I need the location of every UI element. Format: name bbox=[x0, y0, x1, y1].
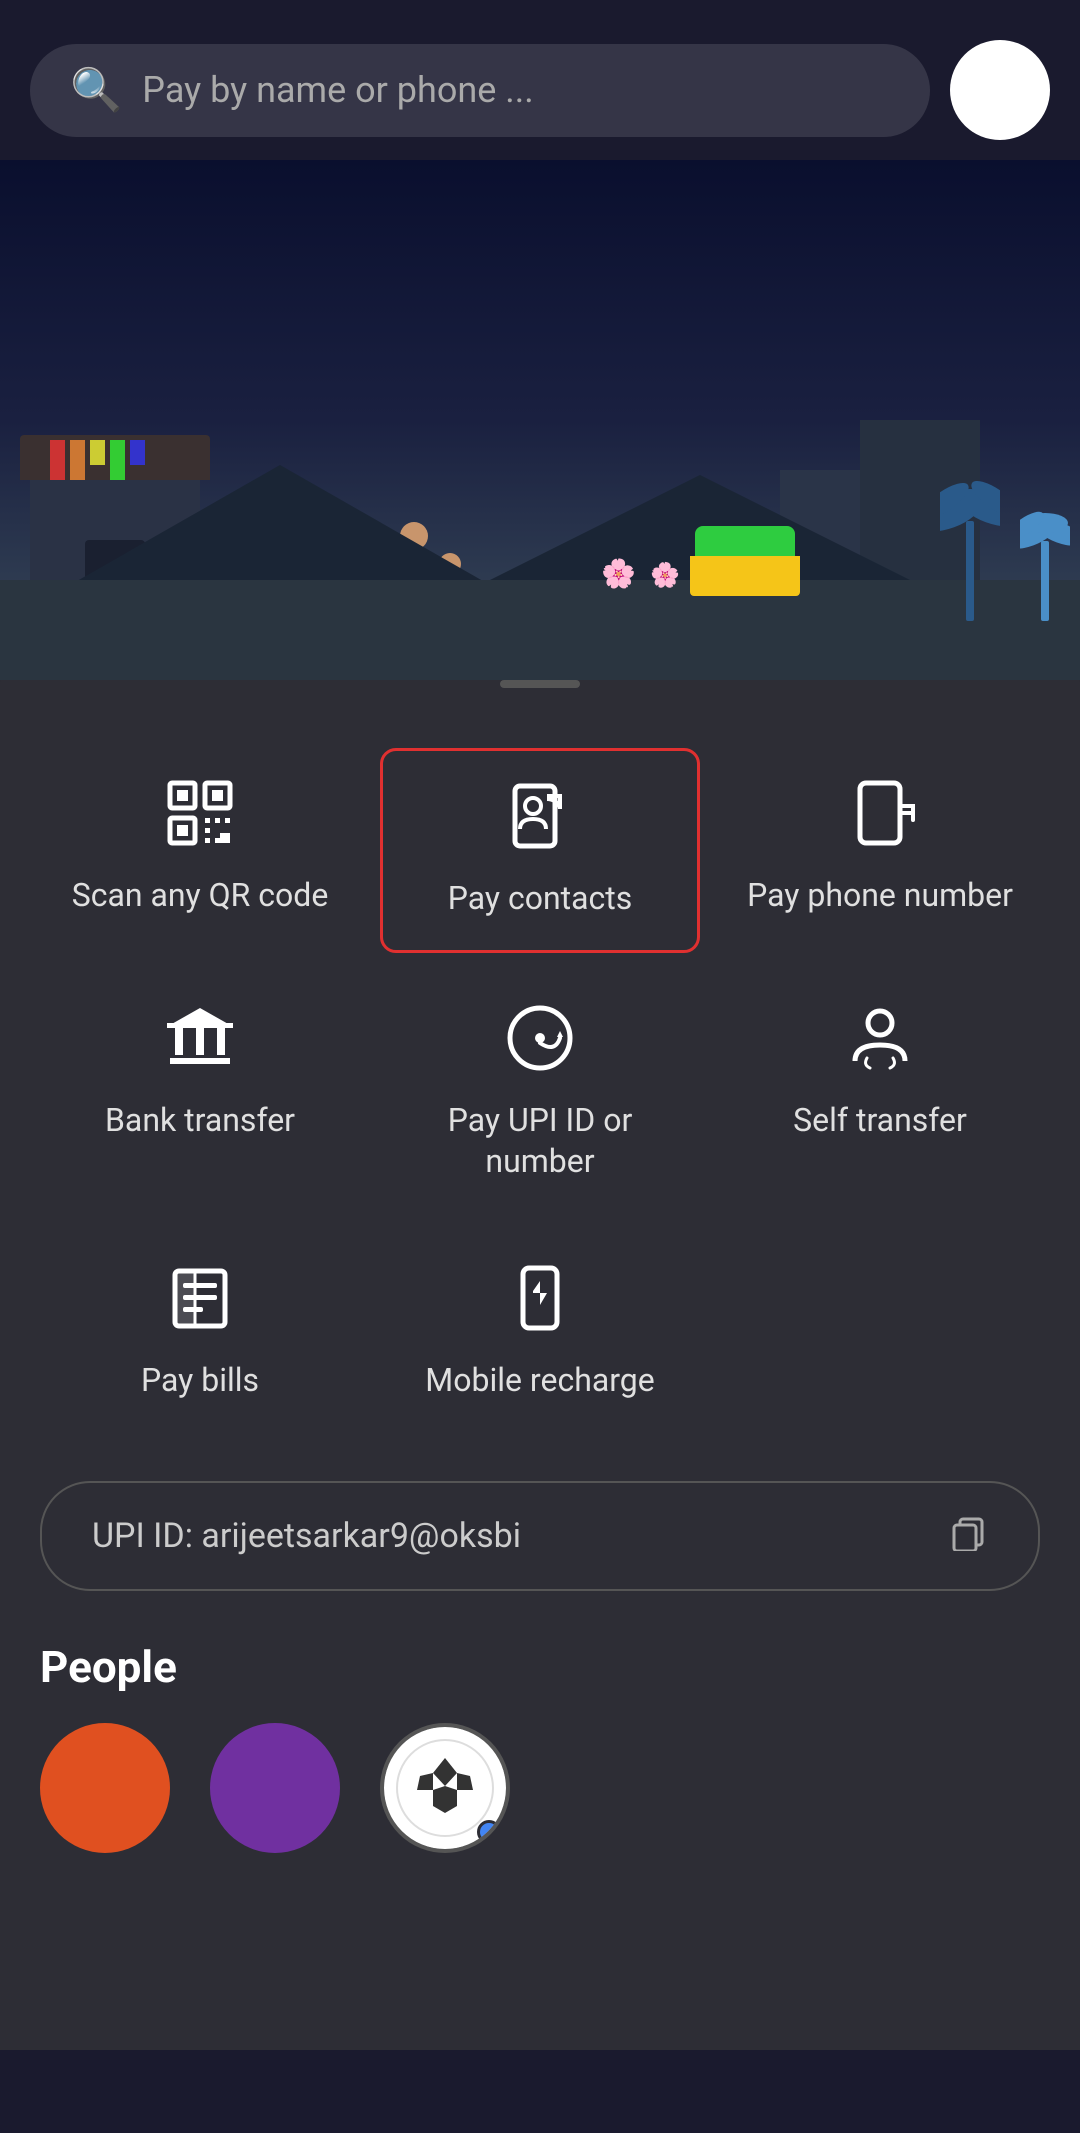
upi-id-bar[interactable]: UPI ID: arijeetsarkar9@oksbi bbox=[40, 1481, 1040, 1591]
header: 🔍 Pay by name or phone ... bbox=[0, 0, 1080, 160]
illustration-scene: 🌸 🌸 bbox=[0, 160, 1080, 680]
palm-tree-1 bbox=[940, 461, 1000, 625]
action-pay-phone[interactable]: Pay phone number bbox=[720, 748, 1040, 953]
upi-icon bbox=[505, 1003, 575, 1082]
search-bar[interactable]: 🔍 Pay by name or phone ... bbox=[30, 44, 930, 137]
action-grid: Scan any QR code Pay contacts bbox=[0, 728, 1080, 1451]
bank-icon bbox=[165, 1003, 235, 1082]
user-avatar[interactable] bbox=[950, 40, 1050, 140]
upi-id-text: UPI ID: arijeetsarkar9@oksbi bbox=[92, 1516, 521, 1556]
qr-icon bbox=[165, 778, 235, 857]
self-transfer-label: Self transfer bbox=[793, 1100, 967, 1142]
palm-tree-2 bbox=[1020, 491, 1070, 625]
person-avatar-2[interactable] bbox=[210, 1723, 340, 1853]
phone-icon bbox=[845, 778, 915, 857]
person-avatar-1[interactable] bbox=[40, 1723, 170, 1853]
people-list bbox=[40, 1723, 1040, 1853]
self-icon bbox=[845, 1003, 915, 1082]
pay-phone-label: Pay phone number bbox=[747, 875, 1013, 917]
people-section: People bbox=[0, 1621, 1080, 1853]
action-scan-qr[interactable]: Scan any QR code bbox=[40, 748, 360, 953]
people-title: People bbox=[40, 1641, 1040, 1693]
scan-qr-label: Scan any QR code bbox=[72, 875, 329, 917]
copy-icon[interactable] bbox=[948, 1511, 988, 1561]
search-icon: 🔍 bbox=[70, 66, 122, 115]
mobile-recharge-icon bbox=[505, 1263, 575, 1342]
action-bank-transfer[interactable]: Bank transfer bbox=[40, 973, 360, 1213]
search-placeholder: Pay by name or phone ... bbox=[142, 69, 533, 111]
action-self-transfer[interactable]: Self transfer bbox=[720, 973, 1040, 1213]
bills-icon bbox=[165, 1263, 235, 1342]
bank-transfer-label: Bank transfer bbox=[105, 1100, 295, 1142]
contacts-icon bbox=[505, 781, 575, 860]
bottom-sheet: Scan any QR code Pay contacts bbox=[0, 650, 1080, 2050]
auto-top bbox=[695, 526, 795, 556]
ground bbox=[0, 580, 1080, 680]
auto-bottom bbox=[690, 556, 800, 596]
person-avatar-3[interactable] bbox=[380, 1723, 510, 1853]
pay-upi-label: Pay UPI ID or number bbox=[400, 1100, 680, 1183]
pay-bills-label: Pay bills bbox=[141, 1360, 259, 1402]
flowers: 🌸 🌸 bbox=[601, 557, 680, 590]
action-pay-contacts[interactable]: Pay contacts bbox=[380, 748, 700, 953]
action-mobile-recharge[interactable]: Mobile recharge bbox=[380, 1233, 700, 1432]
action-pay-upi[interactable]: Pay UPI ID or number bbox=[380, 973, 700, 1213]
sheet-handle bbox=[500, 680, 580, 688]
action-pay-bills[interactable]: Pay bills bbox=[40, 1233, 360, 1432]
mobile-recharge-label: Mobile recharge bbox=[425, 1360, 654, 1402]
pay-contacts-label: Pay contacts bbox=[448, 878, 633, 920]
